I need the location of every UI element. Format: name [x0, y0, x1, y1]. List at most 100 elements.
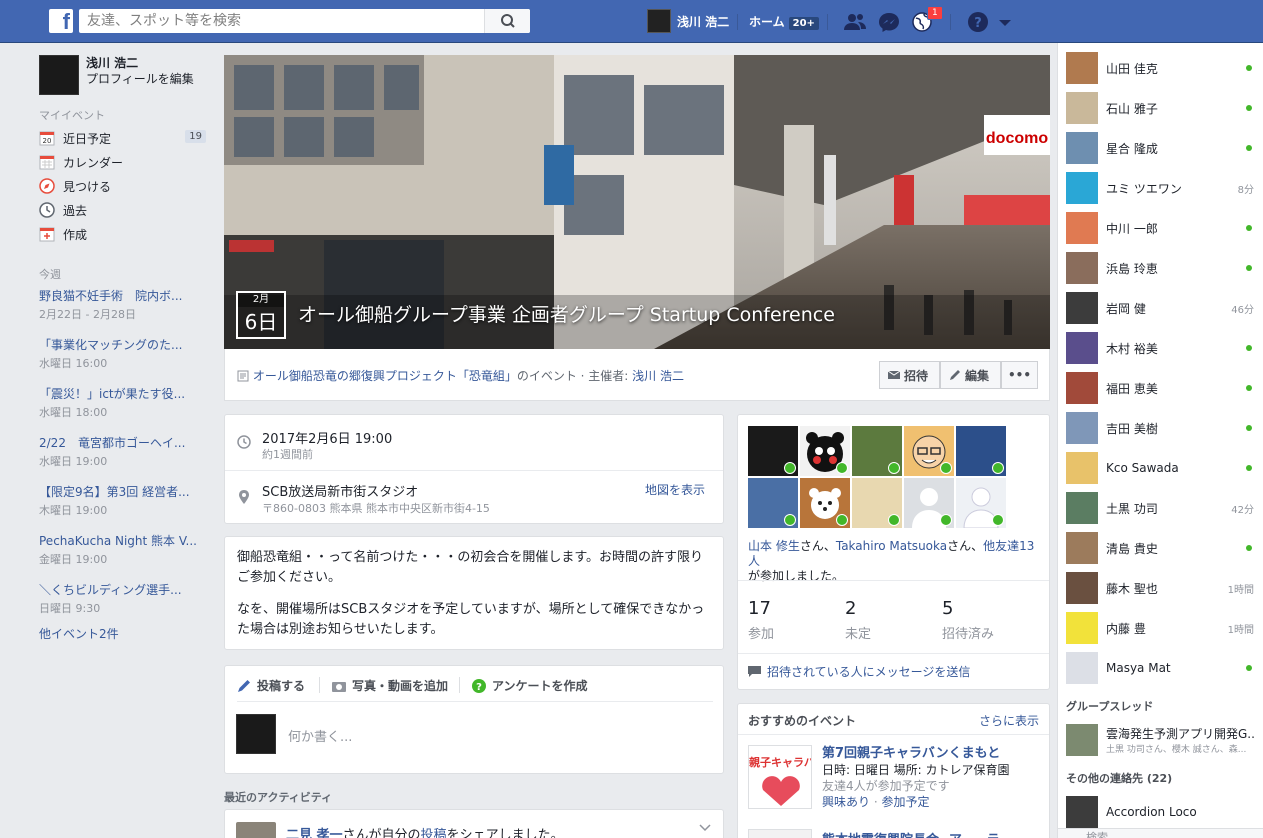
avatar[interactable]: [39, 55, 79, 95]
chat-contact[interactable]: 吉田 美樹: [1066, 412, 1256, 444]
interested-link[interactable]: 興味あり: [822, 795, 870, 809]
chat-contact[interactable]: 藤木 聖也 1時間: [1066, 572, 1256, 604]
chat-contact[interactable]: 中川 一郎: [1066, 212, 1256, 244]
help-icon[interactable]: ?: [966, 11, 990, 33]
more-options-button[interactable]: •••: [1001, 361, 1038, 389]
chat-contact[interactable]: 山田 佳克: [1066, 52, 1256, 84]
chevron-down-icon[interactable]: [993, 11, 1017, 33]
event-link[interactable]: 【限定9名】第3回 経営者...: [39, 483, 209, 500]
list-item[interactable]: ＼くちビルディング選手... 日曜日 9:30: [39, 581, 209, 625]
composer-tab-photo[interactable]: 写真・動画を追加: [332, 677, 448, 694]
composer-input[interactable]: 何か書く...: [288, 726, 352, 745]
attendee-avatar[interactable]: [852, 426, 902, 476]
chat-contact[interactable]: Kco Sawada: [1066, 452, 1256, 484]
attendee-avatar[interactable]: [956, 478, 1006, 529]
more-events-link[interactable]: 他イベント2件: [39, 625, 209, 642]
profile-name[interactable]: 浅川 浩二: [86, 55, 194, 71]
event-venue[interactable]: SCB放送局新市街スタジオ: [262, 481, 418, 500]
profile-link[interactable]: 浅川 浩二: [647, 9, 729, 33]
maybe-count: 2: [845, 598, 857, 619]
suggested-event-title[interactable]: 第7回親子キャラバンくまもと: [822, 746, 1000, 761]
list-item[interactable]: 「事業化マッチングのた... 水曜日 16:00: [39, 336, 209, 380]
host-label: のイベント · 主催者:: [516, 369, 633, 383]
messenger-icon[interactable]: [877, 11, 901, 33]
list-item[interactable]: 【限定9名】第3回 経営者... 木曜日 19:00: [39, 483, 209, 527]
chat-contact[interactable]: 浜島 玲恵: [1066, 252, 1256, 284]
event-link[interactable]: 2/22 竜宮都市ゴーヘイ...: [39, 434, 209, 451]
see-more-link[interactable]: さらに表示: [979, 712, 1039, 729]
event-link[interactable]: ＼くちビルディング選手...: [39, 581, 209, 598]
host-name-link[interactable]: 浅川 浩二: [632, 369, 684, 383]
avatar: [1066, 724, 1098, 756]
facebook-logo[interactable]: f: [49, 9, 73, 34]
chat-sidebar: 山田 佳克 石山 雅子 星合 隆成 ユミ ツエワン 8分 中川 一郎 浜島 玲恵 …: [1057, 43, 1263, 838]
edit-button[interactable]: 編集: [940, 361, 1001, 389]
friend-requests-icon[interactable]: [843, 11, 867, 33]
suggested-event-thumbnail[interactable]: 親子キャラバ: [748, 745, 812, 809]
event-link[interactable]: 野良猫不妊手術 院内ボ...: [39, 287, 209, 304]
activity-user-link[interactable]: 二見 孝一: [286, 828, 343, 838]
nav-item-create[interactable]: 作成: [39, 222, 209, 246]
search-button[interactable]: [484, 9, 530, 33]
group-thread[interactable]: 雲海発生予測アプリ開発G... 土黒 功司さん、櫻木 誠さん、森...: [1066, 724, 1256, 756]
attendee-avatar[interactable]: [904, 426, 954, 476]
event-link[interactable]: 「事業化マッチングのた...: [39, 336, 209, 353]
other-contacts-title: その他の連絡先 (22): [1066, 772, 1173, 785]
attendee-avatar[interactable]: [800, 426, 850, 476]
event-link[interactable]: 「震災！」ictが果たす役...: [39, 385, 209, 402]
online-status-dot: [1246, 65, 1252, 71]
attendee-avatar[interactable]: [904, 478, 954, 528]
chat-contact[interactable]: 木村 裕美: [1066, 332, 1256, 364]
home-link[interactable]: ホーム 20+: [749, 13, 819, 30]
online-status-dot: [1246, 225, 1252, 231]
contact-name: 山田 佳克: [1106, 61, 1158, 76]
attendee-avatar[interactable]: [800, 478, 850, 528]
invite-button[interactable]: 招待: [879, 361, 940, 389]
message-guests-link[interactable]: 招待されている人にメッセージを送信: [748, 663, 970, 680]
list-item[interactable]: 2/22 竜宮都市ゴーヘイ... 水曜日 19:00: [39, 434, 209, 478]
composer-tab-post[interactable]: 投稿する: [237, 677, 305, 694]
maybe-stat[interactable]: 2 未定: [845, 598, 871, 642]
going-link[interactable]: 参加予定: [881, 795, 929, 809]
attendee-avatar[interactable]: [956, 426, 1006, 476]
event-link[interactable]: PechaKucha Night 熊本 V...: [39, 532, 209, 549]
going-stat[interactable]: 17 参加: [748, 598, 774, 642]
chat-contact[interactable]: 内藤 豊 1時間: [1066, 612, 1256, 644]
chat-contact[interactable]: Accordion Loco: [1066, 796, 1256, 828]
nav-item-discover[interactable]: 見つける: [39, 174, 209, 198]
nav-item-calendar[interactable]: カレンダー: [39, 150, 209, 174]
chevron-down-icon[interactable]: [699, 824, 711, 832]
suggested-event-thumbnail[interactable]: [748, 829, 812, 838]
attendee-avatar[interactable]: [748, 426, 798, 476]
nav-item-past[interactable]: 過去: [39, 198, 209, 222]
event-title: オール御船グループ事業 企画者グループ Startup Conference: [298, 304, 835, 326]
attendee-avatar[interactable]: [748, 478, 798, 528]
attendee-avatar[interactable]: [852, 478, 902, 528]
suggested-event-title[interactable]: 熊本地震復興院長会 -ア... -ラ- -: [822, 829, 1015, 838]
chat-contact[interactable]: 岩岡 健 46分: [1066, 292, 1256, 324]
list-item[interactable]: 野良猫不妊手術 院内ボ... 2月22日 - 2月28日: [39, 287, 209, 331]
post-link[interactable]: 投稿: [421, 828, 447, 838]
chat-search-bar[interactable]: 検索: [1058, 828, 1263, 838]
host-page-link[interactable]: オール御船恐竜の郷復興プロジェクト「恐竜組」: [253, 369, 517, 383]
edit-profile-link[interactable]: プロフィールを編集: [86, 71, 194, 87]
search-input[interactable]: [79, 9, 479, 33]
chat-contact[interactable]: 石山 雅子: [1066, 92, 1256, 124]
chat-contact[interactable]: ユミ ツエワン 8分: [1066, 172, 1256, 204]
nav-item-upcoming[interactable]: 20 近日予定 19: [39, 126, 209, 150]
contact-name: 清島 貴史: [1106, 541, 1158, 556]
list-item[interactable]: 「震災！」ictが果たす役... 水曜日 18:00: [39, 385, 209, 429]
guest-link[interactable]: Takahiro Matsuoka: [836, 539, 947, 553]
composer-tab-poll[interactable]: ? アンケートを作成: [472, 677, 588, 694]
chat-search-input[interactable]: 検索: [1086, 829, 1108, 838]
list-item[interactable]: PechaKucha Night 熊本 V... 金曜日 19:00: [39, 532, 209, 576]
chat-contact[interactable]: 土黒 功司 42分: [1066, 492, 1256, 524]
chat-contact[interactable]: Masya Mat: [1066, 652, 1256, 684]
chat-contact[interactable]: 清島 貴史: [1066, 532, 1256, 564]
invited-stat[interactable]: 5 招待済み: [942, 598, 994, 642]
chat-contact[interactable]: 福田 恵美: [1066, 372, 1256, 404]
show-map-link[interactable]: 地図を表示: [645, 481, 705, 498]
invited-count: 5: [942, 598, 954, 619]
guest-link[interactable]: 山本 修生: [748, 539, 800, 553]
chat-contact[interactable]: 星合 隆成: [1066, 132, 1256, 164]
